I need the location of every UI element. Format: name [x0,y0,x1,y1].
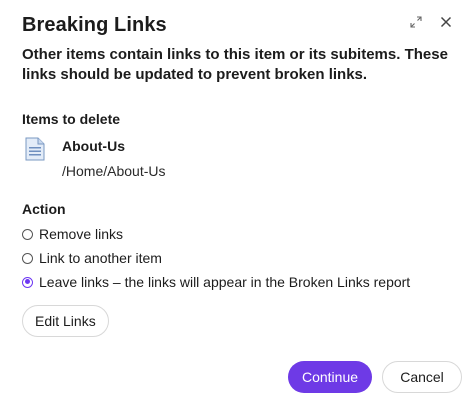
radio-link-to-another-item[interactable]: Link to another item [22,250,162,266]
continue-button[interactable]: Continue [288,361,372,393]
item-name: About-Us [62,138,125,154]
radio-label: Link to another item [39,250,162,266]
radio-button-selected[interactable] [22,276,33,288]
dialog-title: Breaking Links [22,14,167,36]
radio-label: Leave links – the links will appear in t… [39,274,411,290]
cancel-button[interactable]: Cancel [382,361,462,393]
dialog-description: Other items contain links to this item o… [22,46,448,83]
edit-links-button[interactable]: Edit Links [22,305,109,337]
expand-icon[interactable] [406,12,426,32]
action-heading: Action [22,201,66,217]
items-to-delete-heading: Items to delete [22,111,121,127]
radio-leave-links[interactable]: Leave links – the links will appear in t… [22,274,410,290]
radio-label: Remove links [39,226,124,242]
breaking-links-dialog: Breaking Links Other items contain links… [0,0,473,404]
radio-button[interactable] [22,252,33,264]
document-icon [25,137,45,161]
close-icon[interactable] [436,12,456,32]
item-path: /Home/About-Us [62,163,166,179]
radio-remove-links[interactable]: Remove links [22,226,123,242]
radio-button[interactable] [22,228,33,240]
